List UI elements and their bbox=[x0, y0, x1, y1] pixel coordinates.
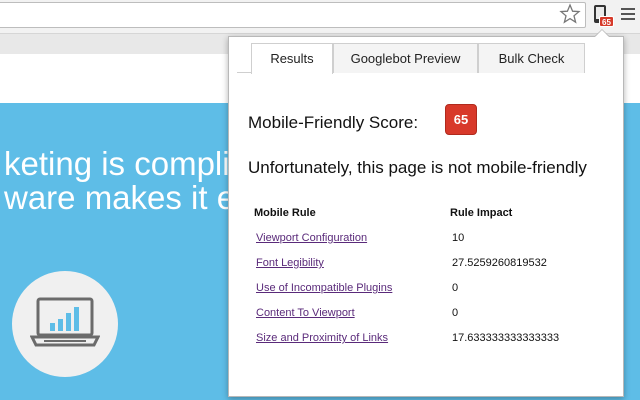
tab-googlebot-preview[interactable]: Googlebot Preview bbox=[333, 43, 478, 73]
table-row: Viewport Configuration 10 bbox=[254, 232, 594, 252]
address-bar[interactable] bbox=[0, 2, 586, 28]
rule-impact: 27.5259260819532 bbox=[452, 257, 547, 269]
score-badge: 65 bbox=[445, 104, 477, 135]
rule-impact: 0 bbox=[452, 307, 459, 319]
rule-link[interactable]: Font Legibility bbox=[256, 257, 324, 269]
column-header-rule: Mobile Rule bbox=[254, 207, 316, 219]
mobile-friendly-popup: Results Googlebot Preview Bulk Check Mob… bbox=[228, 36, 624, 397]
tab-results[interactable]: Results bbox=[251, 43, 333, 74]
rule-link[interactable]: Viewport Configuration bbox=[256, 232, 367, 244]
rule-link[interactable]: Use of Incompatible Plugins bbox=[256, 282, 392, 294]
column-header-impact: Rule Impact bbox=[450, 207, 513, 219]
rule-impact: 17.633333333333333 bbox=[452, 332, 560, 344]
popup-tabs: Results Googlebot Preview Bulk Check bbox=[237, 43, 585, 74]
bookmark-star-icon[interactable] bbox=[559, 3, 581, 25]
laptop-illustration bbox=[12, 271, 118, 377]
rule-impact: 10 bbox=[452, 232, 465, 244]
laptop-chart-icon bbox=[30, 297, 100, 347]
rule-link[interactable]: Size and Proximity of Links bbox=[256, 332, 388, 344]
tab-bulk-check[interactable]: Bulk Check bbox=[478, 43, 585, 73]
table-row: Size and Proximity of Links 17.633333333… bbox=[254, 332, 594, 352]
mobile-test-extension-button[interactable]: 65 bbox=[591, 4, 615, 30]
extension-score-badge: 65 bbox=[599, 16, 614, 27]
table-row: Content To Viewport 0 bbox=[254, 307, 594, 327]
menu-icon[interactable] bbox=[621, 8, 635, 22]
rule-link[interactable]: Content To Viewport bbox=[256, 307, 355, 319]
table-row: Use of Incompatible Plugins 0 bbox=[254, 282, 594, 302]
table-row: Font Legibility 27.5259260819532 bbox=[254, 257, 594, 277]
score-label: Mobile-Friendly Score: bbox=[248, 113, 419, 132]
rule-impact: 0 bbox=[452, 282, 459, 294]
hero-text-line-2: ware makes it ea bbox=[4, 179, 254, 216]
popup-arrow-fill bbox=[595, 30, 609, 37]
hero-text-line-1: keting is complic bbox=[4, 145, 247, 182]
browser-toolbar: 65 bbox=[0, 0, 640, 34]
verdict-message: Unfortunately, this page is not mobile-f… bbox=[248, 158, 587, 177]
